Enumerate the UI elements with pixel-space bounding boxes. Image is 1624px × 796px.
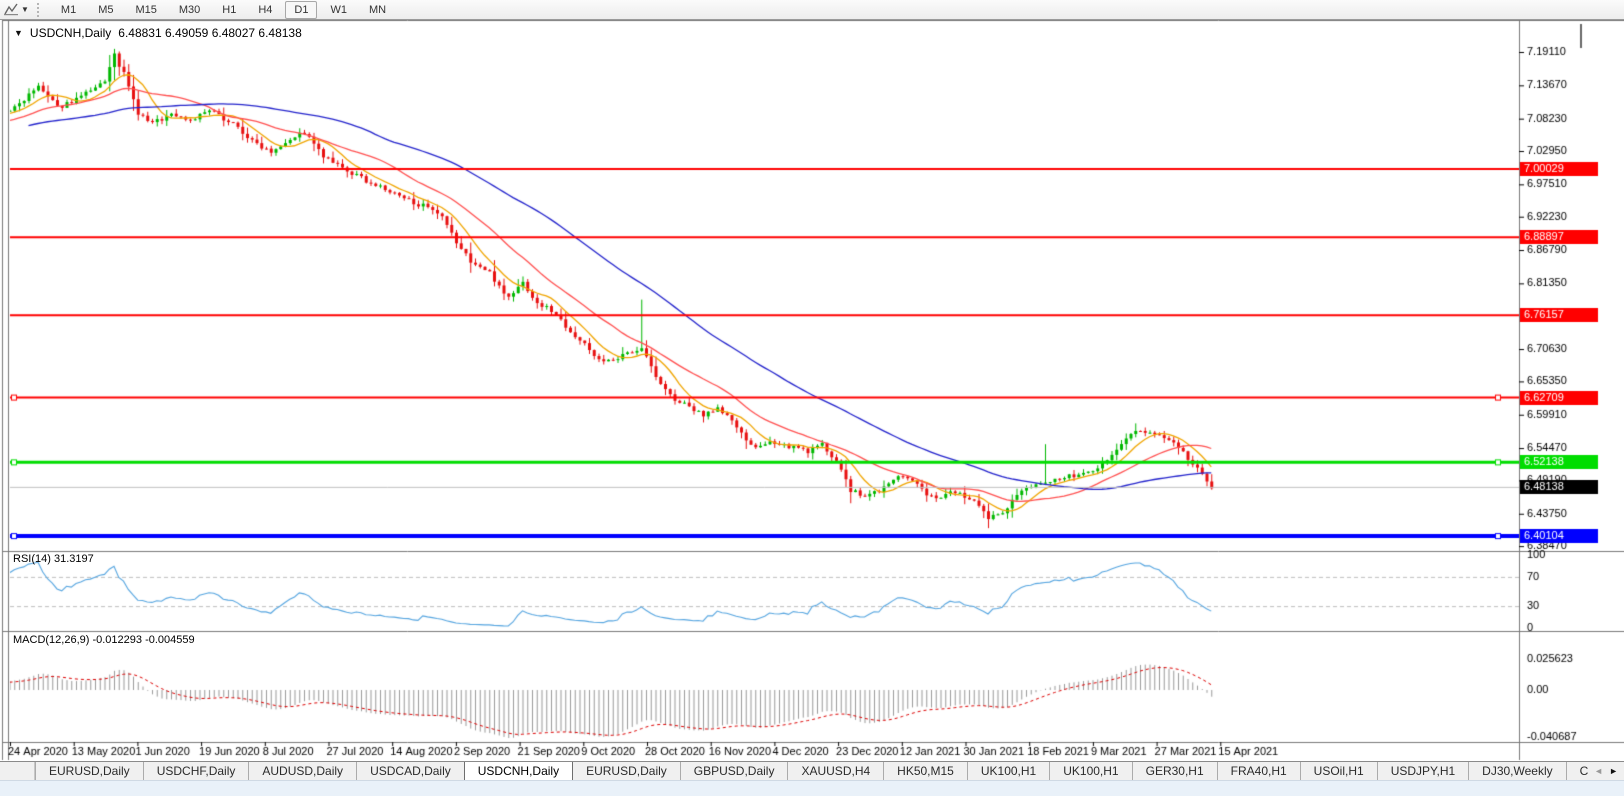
chart-tab[interactable]: DJ30,Weekly: [1468, 762, 1565, 780]
chart-tab[interactable]: GBPUSD,Daily: [680, 762, 788, 780]
chart-tab[interactable]: EURUSD,Daily: [35, 762, 143, 780]
chart-symbol-period: USDCNH,Daily: [30, 26, 111, 40]
timeframe-button[interactable]: D1: [285, 1, 317, 19]
chart-tab[interactable]: CHINA300,H1: [1566, 762, 1589, 780]
collapse-caret-icon[interactable]: ▼: [14, 28, 23, 38]
timeframe-button[interactable]: M5: [89, 1, 122, 19]
top-toolbar: ▼ M1M5M15 M30H1H4D1W1MN: [0, 0, 1624, 20]
chart-line-icon: [4, 3, 19, 16]
chart-tabs: EURUSD,DailyUSDCHF,DailyAUDUSD,DailyUSDC…: [35, 762, 1588, 780]
chart-tab[interactable]: USDJPY,H1: [1377, 762, 1468, 780]
chart-tab[interactable]: XAUUSD,H4: [787, 762, 883, 780]
toolbar-grip: [37, 3, 42, 17]
chart-tab[interactable]: USOil,H1: [1300, 762, 1377, 780]
timeframe-button[interactable]: W1: [321, 1, 356, 19]
chart-ohlc-values: 6.48831 6.49059 6.48027 6.48138: [118, 26, 302, 40]
timeframe-button[interactable]: M1: [52, 1, 85, 19]
chart-tab[interactable]: USDCNH,Daily: [464, 762, 573, 780]
tabs-scroll-right-icon[interactable]: ►: [1609, 766, 1618, 776]
chart-tab-bar: EURUSD,DailyUSDCHF,DailyAUDUSD,DailyUSDC…: [0, 761, 1624, 780]
timeframe-button[interactable]: MN: [360, 1, 395, 19]
chart-tab[interactable]: USDCAD,Daily: [356, 762, 464, 780]
chart-tab[interactable]: GER30,H1: [1132, 762, 1217, 780]
dropdown-caret-icon[interactable]: ▼: [21, 6, 29, 14]
chart-tab[interactable]: EURUSD,Daily: [573, 762, 680, 780]
chart-tab[interactable]: FRA40,H1: [1217, 762, 1300, 780]
chart-cursor-tool[interactable]: ▼: [4, 3, 29, 16]
chart-tab[interactable]: UK100,H1: [967, 762, 1049, 780]
timeframe-button[interactable]: M30: [170, 1, 209, 19]
timeframe-button[interactable]: H4: [249, 1, 281, 19]
tab-bar-spacer: [0, 762, 35, 780]
macd-indicator-label: MACD(12,26,9) -0.012293 -0.004559: [13, 634, 195, 646]
chart-tab[interactable]: USDCHF,Daily: [143, 762, 249, 780]
rsi-indicator-label: RSI(14) 31.3197: [13, 553, 94, 565]
timeframe-buttons: M1M5M15 M30H1H4D1W1MN: [52, 1, 395, 19]
tabs-scroll-left-icon[interactable]: ◄: [1594, 766, 1603, 776]
chart-canvas[interactable]: [0, 20, 1624, 761]
chart-tab[interactable]: HK50,M15: [883, 762, 967, 780]
timeframe-button[interactable]: M15: [126, 1, 165, 19]
chart-tab[interactable]: AUDUSD,Daily: [248, 762, 356, 780]
chart-tab[interactable]: UK100,H1: [1049, 762, 1131, 780]
chart-title: ▼ USDCNH,Daily 6.48831 6.49059 6.48027 6…: [14, 26, 302, 40]
timeframe-button[interactable]: H1: [213, 1, 245, 19]
status-strip: [0, 780, 1624, 796]
